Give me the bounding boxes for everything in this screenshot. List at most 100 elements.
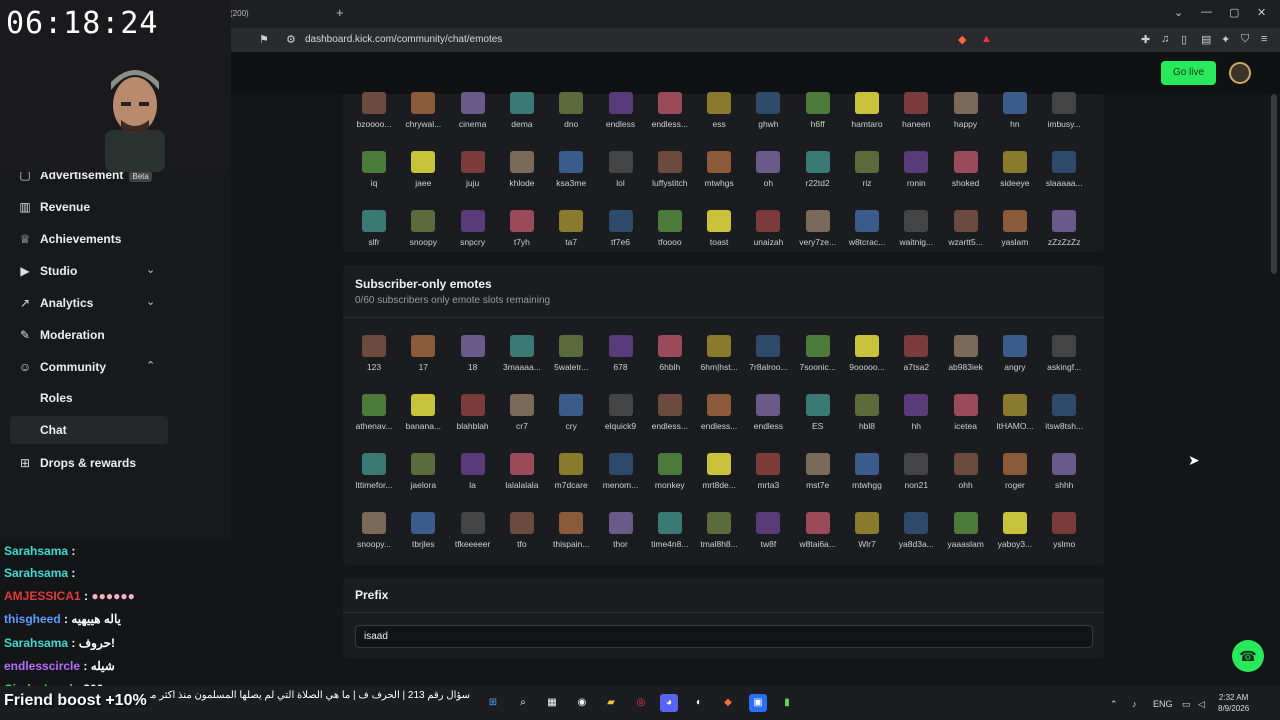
emote-tile[interactable]: 6hblh [646, 335, 694, 393]
discord-icon[interactable]: ◕ [660, 694, 678, 712]
emote-tile[interactable]: elquick9 [597, 394, 645, 452]
emote-tile[interactable]: w8tai6a... [794, 512, 842, 570]
emote-tile[interactable]: 5waletr... [547, 335, 595, 393]
leo-icon[interactable]: ✦ [1221, 33, 1230, 46]
emote-tile[interactable]: lttimefor... [350, 453, 398, 511]
emote-tile[interactable]: ess [695, 92, 743, 150]
emote-tile[interactable]: 123 [350, 335, 398, 393]
chevron-up-icon[interactable]: ⌃ [1110, 699, 1118, 710]
emote-tile[interactable]: hn [991, 92, 1039, 150]
emote-tile[interactable]: time4n8... [646, 512, 694, 570]
emote-tile[interactable]: mrt8de... [695, 453, 743, 511]
emote-tile[interactable]: r22td2 [794, 151, 842, 209]
emote-tile[interactable]: cry [547, 394, 595, 452]
emote-tile[interactable]: a7tsa2 [892, 335, 940, 393]
wallet-icon[interactable]: ▤ [1201, 33, 1211, 46]
emote-tile[interactable]: monkey [646, 453, 694, 511]
emote-tile[interactable]: riz [843, 151, 891, 209]
avatar[interactable] [1229, 62, 1251, 84]
emote-tile[interactable]: ohh [942, 453, 990, 511]
emote-tile[interactable]: khlode [498, 151, 546, 209]
language-indicator[interactable]: ENG [1153, 699, 1173, 709]
emote-tile[interactable]: juju [449, 151, 497, 209]
emote-tile[interactable]: endless... [646, 92, 694, 150]
emote-tile[interactable]: mtwhgg [843, 453, 891, 511]
emote-tile[interactable]: ta7 [547, 210, 595, 268]
emote-tile[interactable]: ksa3me [547, 151, 595, 209]
emote-tile[interactable]: wzartt5... [942, 210, 990, 268]
emote-tile[interactable]: haneen [892, 92, 940, 150]
emote-tile[interactable]: 3maaaa... [498, 335, 546, 393]
emote-tile[interactable]: endless [597, 92, 645, 150]
emote-tile[interactable]: toast [695, 210, 743, 268]
sidebar-item-analytics[interactable]: ↗ Analytics ⌄ [0, 288, 231, 318]
media-icon[interactable]: ♫ [1161, 33, 1169, 45]
vpn-icon[interactable]: ⛉ [1241, 33, 1249, 46]
sidebar-item-chat[interactable]: Chat [10, 416, 168, 444]
close-icon[interactable]: ✕ [1257, 6, 1266, 19]
emote-tile[interactable]: jaelora [399, 453, 447, 511]
emote-tile[interactable]: happy [942, 92, 990, 150]
emote-tile[interactable]: 7r8alroo... [744, 335, 792, 393]
emote-tile[interactable]: thispain... [547, 512, 595, 570]
emote-tile[interactable]: dno [547, 92, 595, 150]
emote-tile[interactable]: 678 [597, 335, 645, 393]
steam-icon[interactable]: ◐ [690, 694, 708, 712]
emote-tile[interactable]: m7dcare [547, 453, 595, 511]
emote-tile[interactable]: h6ff [794, 92, 842, 150]
sidebar-item-achievements[interactable]: ♕ Achievements [0, 224, 231, 254]
sidebar-toggle-icon[interactable]: ▯ [1181, 33, 1187, 46]
emote-tile[interactable]: snoopy [399, 210, 447, 268]
emote-tile[interactable]: t7yh [498, 210, 546, 268]
maximize-icon[interactable]: ▢ [1229, 6, 1239, 19]
emote-tile[interactable]: very7ze... [794, 210, 842, 268]
emote-tile[interactable]: Wlr7 [843, 512, 891, 570]
emote-tile[interactable]: mst7e [794, 453, 842, 511]
emote-tile[interactable]: endless... [646, 394, 694, 452]
emote-tile[interactable]: menom... [597, 453, 645, 511]
mic-icon[interactable]: ♪ [1132, 699, 1137, 709]
brave-shield-icon[interactable]: ◆ [958, 33, 966, 46]
clock[interactable]: 2:32 AM 8/9/2026 [1218, 692, 1249, 714]
emote-tile[interactable]: sideeye [991, 151, 1039, 209]
emote-tile[interactable]: luffystitch [646, 151, 694, 209]
emote-tile[interactable]: hh [892, 394, 940, 452]
support-icon[interactable]: ☎ [1232, 640, 1264, 672]
emote-tile[interactable]: itsw8tsh... [1040, 394, 1088, 452]
emote-tile[interactable]: w8tcrac... [843, 210, 891, 268]
emote-tile[interactable]: roger [991, 453, 1039, 511]
emote-tile[interactable]: slfr [350, 210, 398, 268]
emote-tile[interactable]: 17 [399, 335, 447, 393]
sidebar-item-drops-rewards[interactable]: ⊞ Drops & rewards [0, 448, 231, 478]
emote-tile[interactable]: yaslam [991, 210, 1039, 268]
url-text[interactable]: dashboard.kick.com/community/chat/emotes [305, 34, 502, 45]
volume-icon[interactable]: ◁ [1198, 699, 1205, 710]
emote-tile[interactable]: ghwh [744, 92, 792, 150]
emote-tile[interactable]: bzoooo... [350, 92, 398, 150]
menu-icon[interactable]: ≡ [1261, 33, 1267, 45]
emote-tile[interactable]: 7soonic... [794, 335, 842, 393]
emote-tile[interactable]: tfoooo [646, 210, 694, 268]
sidebar-item-community[interactable]: ☺ Community ⌃ [0, 352, 231, 382]
search-icon[interactable]: ⌕ [514, 694, 532, 712]
obs-icon[interactable]: ◉ [573, 694, 591, 712]
emote-tile[interactable]: unaizah [744, 210, 792, 268]
emote-tile[interactable]: ab983iek [942, 335, 990, 393]
emote-tile[interactable]: 9ooooo... [843, 335, 891, 393]
emote-tile[interactable]: angry [991, 335, 1039, 393]
emote-tile[interactable]: cr7 [498, 394, 546, 452]
emote-tile[interactable]: tfkeeeeer [449, 512, 497, 570]
emote-tile[interactable]: athenav... [350, 394, 398, 452]
emote-tile[interactable]: askingf... [1040, 335, 1088, 393]
new-tab-button[interactable]: + [336, 5, 344, 20]
emote-tile[interactable]: shhh [1040, 453, 1088, 511]
prefix-input[interactable]: isaad [355, 625, 1093, 648]
emote-tile[interactable]: la [449, 453, 497, 511]
emote-tile[interactable]: shoked [942, 151, 990, 209]
emote-tile[interactable]: hamtaro [843, 92, 891, 150]
emote-tile[interactable]: iq [350, 151, 398, 209]
chevron-down-icon[interactable]: ⌄ [1174, 6, 1183, 19]
app-icon[interactable]: ▮ [778, 694, 796, 712]
emote-tile[interactable]: cinema [449, 92, 497, 150]
brave-icon[interactable]: ◆ [719, 694, 737, 712]
